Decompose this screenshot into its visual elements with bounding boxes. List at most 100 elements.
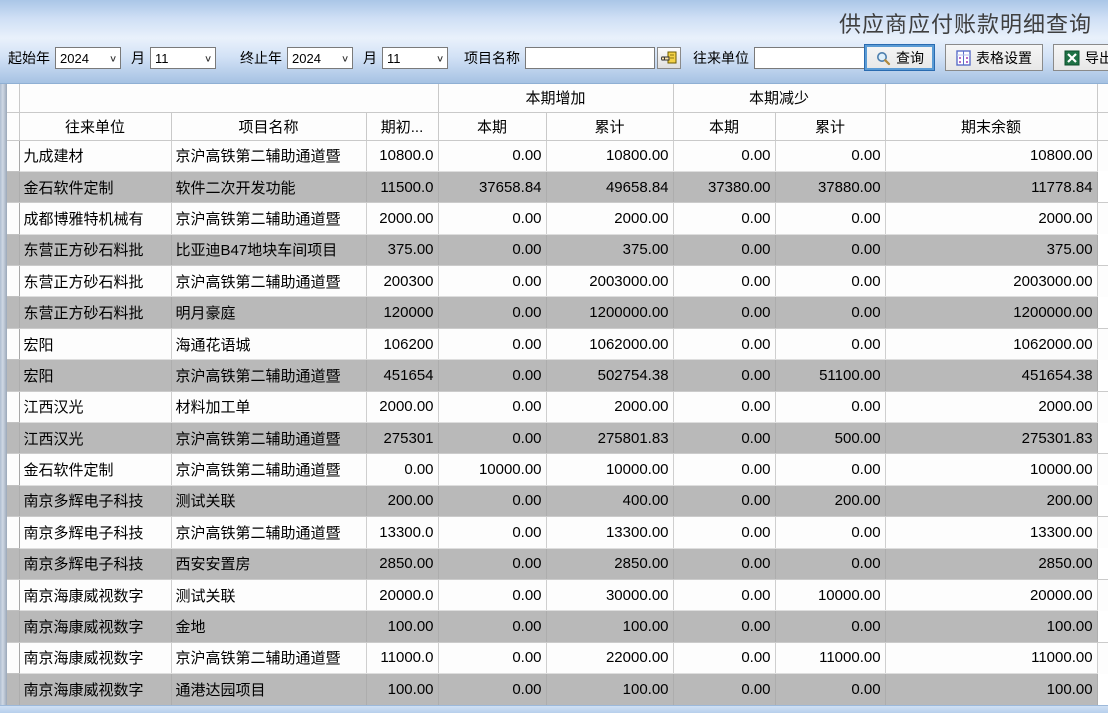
ending-balance-cell[interactable]: 11000.00 <box>885 642 1097 673</box>
increase-cumulative-cell[interactable]: 400.00 <box>546 485 673 516</box>
table-row[interactable]: 九成建材京沪高铁第二辅助通道暨10800.00.0010800.000.000.… <box>7 140 1108 171</box>
increase-current-cell[interactable]: 0.00 <box>438 391 546 422</box>
increase-cumulative-cell[interactable]: 100.00 <box>546 611 673 642</box>
beginning-balance-cell[interactable]: 106200 <box>366 328 438 359</box>
vendor-cell[interactable]: 南京海康威视数字 <box>19 642 171 673</box>
project-cell[interactable]: 软件二次开发功能 <box>171 171 366 202</box>
project-lookup-button[interactable] <box>657 47 681 69</box>
increase-current-cell[interactable]: 0.00 <box>438 611 546 642</box>
decrease-current-cell[interactable]: 0.00 <box>673 234 775 265</box>
ending-balance-cell[interactable]: 200.00 <box>885 485 1097 516</box>
ending-balance-cell[interactable]: 2000.00 <box>885 203 1097 234</box>
vendor-cell[interactable]: 江西汉光 <box>19 391 171 422</box>
table-row[interactable]: 宏阳京沪高铁第二辅助通道暨4516540.00502754.380.005110… <box>7 360 1108 391</box>
beginning-balance-cell[interactable]: 100.00 <box>366 611 438 642</box>
col-header-ending-balance[interactable]: 期末余额 <box>885 112 1097 140</box>
vendor-cell[interactable]: 南京海康威视数字 <box>19 674 171 705</box>
increase-cumulative-cell[interactable]: 2850.00 <box>546 548 673 579</box>
row-indicator[interactable] <box>7 611 19 642</box>
increase-cumulative-cell[interactable]: 10000.00 <box>546 454 673 485</box>
decrease-current-cell[interactable]: 37380.00 <box>673 171 775 202</box>
project-cell[interactable]: 测试关联 <box>171 579 366 610</box>
beginning-balance-cell[interactable]: 11000.0 <box>366 642 438 673</box>
start-month-select[interactable]: 11 ∨ <box>150 47 216 69</box>
project-cell[interactable]: 京沪高铁第二辅助通道暨 <box>171 454 366 485</box>
vendor-cell[interactable]: 金石软件定制 <box>19 171 171 202</box>
ending-balance-cell[interactable]: 10800.00 <box>885 140 1097 171</box>
row-indicator[interactable] <box>7 297 19 328</box>
increase-current-cell[interactable]: 0.00 <box>438 360 546 391</box>
increase-cumulative-cell[interactable]: 1200000.00 <box>546 297 673 328</box>
ending-balance-cell[interactable]: 10000.00 <box>885 454 1097 485</box>
row-indicator[interactable] <box>7 266 19 297</box>
increase-cumulative-cell[interactable]: 49658.84 <box>546 171 673 202</box>
decrease-cumulative-cell[interactable]: 0.00 <box>775 266 885 297</box>
beginning-balance-cell[interactable]: 120000 <box>366 297 438 328</box>
col-header-project[interactable]: 项目名称 <box>171 112 366 140</box>
ending-balance-cell[interactable]: 11778.84 <box>885 171 1097 202</box>
vendor-cell[interactable]: 南京多辉电子科技 <box>19 485 171 516</box>
decrease-cumulative-cell[interactable]: 0.00 <box>775 611 885 642</box>
table-row[interactable]: 南京海康威视数字金地100.000.00100.000.000.00100.00 <box>7 611 1108 642</box>
decrease-current-cell[interactable]: 0.00 <box>673 266 775 297</box>
vendor-cell[interactable]: 九成建材 <box>19 140 171 171</box>
increase-cumulative-cell[interactable]: 2003000.00 <box>546 266 673 297</box>
query-button[interactable]: 查询 <box>864 44 935 71</box>
increase-cumulative-cell[interactable]: 2000.00 <box>546 203 673 234</box>
table-row[interactable]: 东营正方砂石料批明月豪庭1200000.001200000.000.000.00… <box>7 297 1108 328</box>
project-name-input[interactable] <box>525 47 655 69</box>
vendor-cell[interactable]: 东营正方砂石料批 <box>19 266 171 297</box>
beginning-balance-cell[interactable]: 0.00 <box>366 454 438 485</box>
row-indicator[interactable] <box>7 140 19 171</box>
decrease-cumulative-cell[interactable]: 500.00 <box>775 423 885 454</box>
decrease-cumulative-cell[interactable]: 0.00 <box>775 297 885 328</box>
row-indicator[interactable] <box>7 674 19 705</box>
beginning-balance-cell[interactable]: 275301 <box>366 423 438 454</box>
decrease-cumulative-cell[interactable]: 200.00 <box>775 485 885 516</box>
row-indicator[interactable] <box>7 391 19 422</box>
vendor-cell[interactable]: 南京多辉电子科技 <box>19 548 171 579</box>
project-cell[interactable]: 京沪高铁第二辅助通道暨 <box>171 423 366 454</box>
row-indicator[interactable] <box>7 454 19 485</box>
row-indicator[interactable] <box>7 642 19 673</box>
beginning-balance-cell[interactable]: 2850.00 <box>366 548 438 579</box>
increase-cumulative-cell[interactable]: 502754.38 <box>546 360 673 391</box>
decrease-cumulative-cell[interactable]: 0.00 <box>775 454 885 485</box>
increase-current-cell[interactable]: 0.00 <box>438 234 546 265</box>
row-indicator[interactable] <box>7 485 19 516</box>
row-indicator[interactable] <box>7 171 19 202</box>
decrease-cumulative-cell[interactable]: 0.00 <box>775 517 885 548</box>
increase-cumulative-cell[interactable]: 375.00 <box>546 234 673 265</box>
decrease-cumulative-cell[interactable]: 0.00 <box>775 548 885 579</box>
project-cell[interactable]: 京沪高铁第二辅助通道暨 <box>171 140 366 171</box>
decrease-cumulative-cell[interactable]: 0.00 <box>775 234 885 265</box>
row-indicator[interactable] <box>7 328 19 359</box>
increase-cumulative-cell[interactable]: 13300.00 <box>546 517 673 548</box>
project-cell[interactable]: 京沪高铁第二辅助通道暨 <box>171 360 366 391</box>
vendor-cell[interactable]: 南京海康威视数字 <box>19 579 171 610</box>
ending-balance-cell[interactable]: 375.00 <box>885 234 1097 265</box>
project-cell[interactable]: 比亚迪B47地块车间项目 <box>171 234 366 265</box>
decrease-cumulative-cell[interactable]: 0.00 <box>775 203 885 234</box>
decrease-current-cell[interactable]: 0.00 <box>673 140 775 171</box>
increase-current-cell[interactable]: 0.00 <box>438 674 546 705</box>
table-row[interactable]: 南京多辉电子科技京沪高铁第二辅助通道暨13300.00.0013300.000.… <box>7 517 1108 548</box>
increase-cumulative-cell[interactable]: 10800.00 <box>546 140 673 171</box>
decrease-current-cell[interactable]: 0.00 <box>673 297 775 328</box>
table-row[interactable]: 江西汉光京沪高铁第二辅助通道暨2753010.00275801.830.0050… <box>7 423 1108 454</box>
col-header-decrease-current[interactable]: 本期 <box>673 112 775 140</box>
vendor-cell[interactable]: 江西汉光 <box>19 423 171 454</box>
project-cell[interactable]: 金地 <box>171 611 366 642</box>
increase-current-cell[interactable]: 0.00 <box>438 140 546 171</box>
row-indicator[interactable] <box>7 203 19 234</box>
project-cell[interactable]: 通港达园项目 <box>171 674 366 705</box>
increase-current-cell[interactable]: 0.00 <box>438 297 546 328</box>
decrease-cumulative-cell[interactable]: 0.00 <box>775 674 885 705</box>
increase-current-cell[interactable]: 0.00 <box>438 203 546 234</box>
beginning-balance-cell[interactable]: 200.00 <box>366 485 438 516</box>
table-row[interactable]: 成都博雅特机械有京沪高铁第二辅助通道暨2000.000.002000.000.0… <box>7 203 1108 234</box>
ending-balance-cell[interactable]: 1200000.00 <box>885 297 1097 328</box>
decrease-current-cell[interactable]: 0.00 <box>673 203 775 234</box>
decrease-current-cell[interactable]: 0.00 <box>673 611 775 642</box>
decrease-current-cell[interactable]: 0.00 <box>673 391 775 422</box>
